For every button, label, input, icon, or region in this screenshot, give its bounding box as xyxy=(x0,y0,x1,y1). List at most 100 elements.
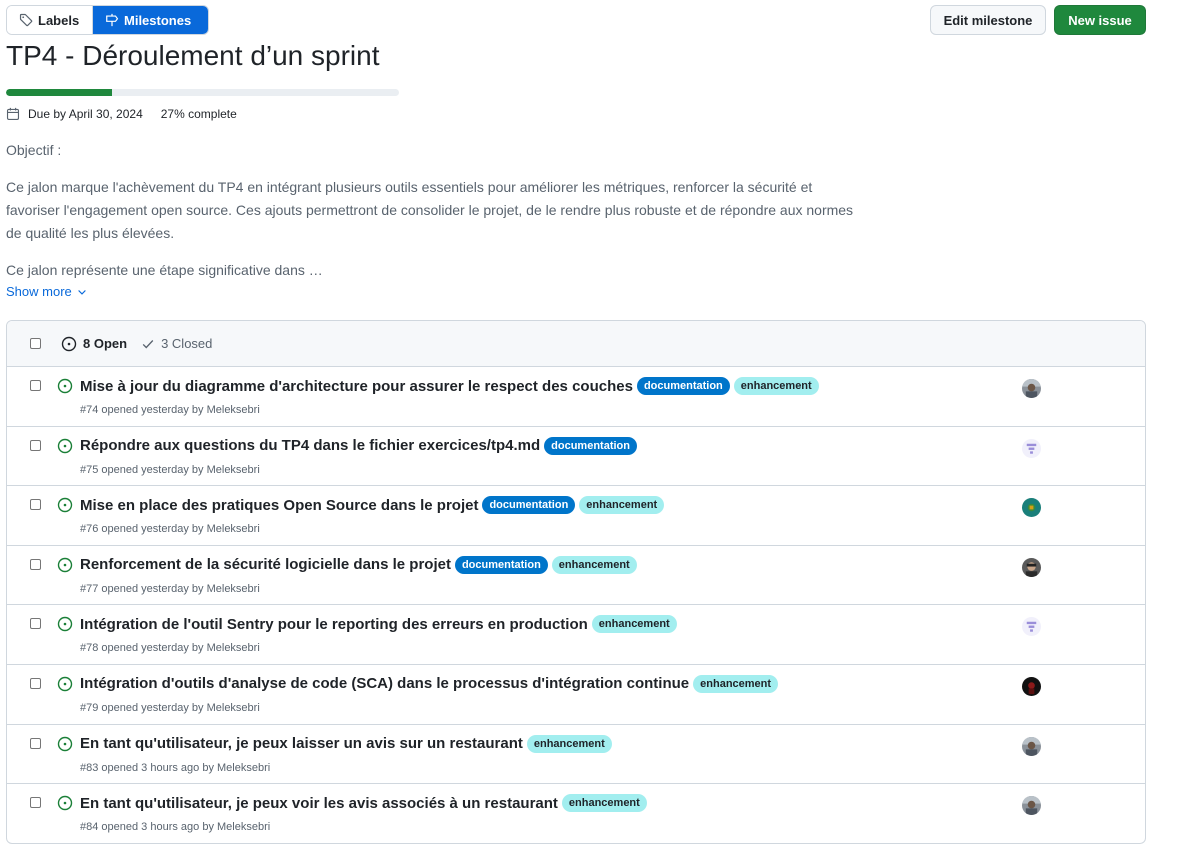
show-more-link[interactable]: Show more xyxy=(6,284,88,299)
issue-meta: #78 opened yesterday by Meleksebri xyxy=(80,642,260,654)
issue-meta: #76 opened yesterday by Meleksebri xyxy=(80,523,260,535)
assignee-avatar[interactable] xyxy=(1022,736,1041,756)
issue-row[interactable]: Mise en place des pratiques Open Source … xyxy=(7,486,1145,546)
issue-opened-icon xyxy=(57,557,73,572)
label-enhancement[interactable]: enhancement xyxy=(561,794,647,813)
tag-icon xyxy=(19,13,33,27)
label-enhancement[interactable]: enhancement xyxy=(551,555,637,574)
issue-opened-icon xyxy=(61,336,77,351)
label-enhancement[interactable]: enhancement xyxy=(733,377,819,395)
open-count: 8 Open xyxy=(83,336,128,351)
issue-meta-text: #84 opened 3 hours ago by xyxy=(80,821,218,834)
label-documentation[interactable]: documentation xyxy=(544,436,637,455)
issue-opened-icon xyxy=(57,676,73,692)
label-enhancement[interactable]: enhancement xyxy=(693,674,779,693)
issue-meta: #77 opened yesterday by Meleksebri xyxy=(80,583,260,595)
issue-title[interactable]: En tant qu'utilisateur, je peux voir les… xyxy=(80,795,558,812)
issue-checkbox[interactable] xyxy=(30,380,41,391)
issue-row[interactable]: En tant qu'utilisateur, je peux voir les… xyxy=(7,784,1145,843)
check-icon xyxy=(142,339,154,348)
issue-row[interactable]: Intégration d'outils d'analyse de code (… xyxy=(7,665,1145,725)
issue-meta: #74 opened yesterday by Meleksebri xyxy=(80,404,260,416)
issue-title-line: Intégration d'outils d'analyse de code (… xyxy=(80,674,779,693)
issue-checkbox[interactable] xyxy=(30,558,41,570)
issue-row[interactable]: Répondre aux questions du TP4 dans le fi… xyxy=(7,427,1145,487)
label-enhancement[interactable]: enhancement xyxy=(591,615,677,634)
edit-milestone-button[interactable]: Edit milestone xyxy=(930,5,1046,35)
issue-checkbox[interactable] xyxy=(30,618,41,630)
issue-meta-text: #75 opened yesterday by xyxy=(80,463,207,476)
issue-title[interactable]: En tant qu'utilisateur, je peux laisser … xyxy=(80,735,523,752)
issue-checkbox[interactable] xyxy=(30,677,41,689)
select-all-checkbox[interactable] xyxy=(30,338,41,349)
assignee-avatar[interactable] xyxy=(1022,379,1041,398)
issue-meta: #84 opened 3 hours ago by Meleksebri xyxy=(80,821,270,833)
assignee-avatar[interactable] xyxy=(1022,557,1041,577)
label-enhancement[interactable]: enhancement xyxy=(526,734,612,753)
issue-meta-text: #79 opened yesterday by xyxy=(80,701,207,714)
issue-checkbox[interactable] xyxy=(30,737,41,749)
description-teaser: Ce jalon représente une étape significat… xyxy=(6,262,323,278)
issue-author-link[interactable]: Meleksebri xyxy=(217,821,270,833)
issue-opened-icon xyxy=(57,438,73,453)
issue-author-link[interactable]: Meleksebri xyxy=(207,702,260,714)
label-documentation[interactable]: documentation xyxy=(482,496,576,515)
issue-opened-icon xyxy=(57,617,73,632)
due-date: Due by April 30, 2024 xyxy=(28,107,143,121)
assignee-avatar[interactable] xyxy=(1022,498,1041,518)
issues-list: 8 Open 3 Closed Mise à jour du diagramme… xyxy=(6,320,1146,844)
issue-title-line: Répondre aux questions du TP4 dans le fi… xyxy=(80,436,637,455)
issue-title[interactable]: Mise en place des pratiques Open Source … xyxy=(80,497,478,514)
closed-issues-filter[interactable]: 3 Closed xyxy=(141,336,212,351)
issue-author-link[interactable]: Meleksebri xyxy=(207,464,260,476)
issue-title[interactable]: Répondre aux questions du TP4 dans le fi… xyxy=(80,437,540,454)
issue-row[interactable]: Mise à jour du diagramme d'architecture … xyxy=(7,367,1145,427)
issue-checkbox[interactable] xyxy=(30,797,41,809)
issue-title-line: Mise à jour du diagramme d'architecture … xyxy=(80,377,819,395)
milestone-icon xyxy=(106,13,119,27)
assignee-avatar[interactable] xyxy=(1022,676,1041,696)
issue-title[interactable]: Intégration de l'outil Sentry pour le re… xyxy=(80,616,588,633)
issue-author-link[interactable]: Meleksebri xyxy=(217,762,270,774)
milestone-title: TP4 - Déroulement d’un sprint xyxy=(6,40,380,71)
issue-title-line: Mise en place des pratiques Open Source … xyxy=(80,496,665,515)
issue-author-link[interactable]: Meleksebri xyxy=(207,642,260,654)
milestone-meta: Due by April 30, 2024 27% complete xyxy=(6,107,237,121)
issue-opened-icon xyxy=(57,736,73,751)
open-issues-filter[interactable]: 8 Open xyxy=(61,336,127,352)
milestones-tab[interactable]: Milestones xyxy=(93,6,208,34)
issue-meta-text: #74 opened yesterday by xyxy=(80,404,207,416)
issue-row[interactable]: Intégration de l'outil Sentry pour le re… xyxy=(7,605,1145,665)
new-issue-button[interactable]: New issue xyxy=(1054,5,1146,35)
issue-title[interactable]: Mise à jour du diagramme d'architecture … xyxy=(80,378,633,395)
issue-author-link[interactable]: Meleksebri xyxy=(207,523,260,535)
milestone-progress-bar xyxy=(6,89,399,96)
chevron-down-icon xyxy=(77,289,86,295)
assignee-avatar[interactable] xyxy=(1022,438,1041,458)
percent-complete: 27% complete xyxy=(161,107,237,121)
issue-row[interactable]: En tant qu'utilisateur, je peux laisser … xyxy=(7,725,1145,785)
issue-title[interactable]: Intégration d'outils d'analyse de code (… xyxy=(80,675,689,692)
milestone-description: Ce jalon marque l'achèvement du TP4 en i… xyxy=(6,179,854,241)
calendar-icon xyxy=(6,107,20,121)
issue-author-link[interactable]: Meleksebri xyxy=(207,404,260,416)
label-documentation[interactable]: documentation xyxy=(636,377,730,395)
assignee-avatar[interactable] xyxy=(1022,617,1041,637)
issue-title-line: En tant qu'utilisateur, je peux voir les… xyxy=(80,794,647,813)
issue-row[interactable]: Renforcement de la sécurité logicielle d… xyxy=(7,546,1145,606)
issue-meta: #79 opened yesterday by Meleksebri xyxy=(80,702,260,714)
issue-meta-text: #77 opened yesterday by xyxy=(80,582,207,595)
issue-checkbox[interactable] xyxy=(30,439,41,451)
issue-author-link[interactable]: Meleksebri xyxy=(207,583,260,595)
percent-suffix: complete xyxy=(184,107,237,121)
issue-title-line: Renforcement de la sécurité logicielle d… xyxy=(80,555,637,574)
assignee-avatar[interactable] xyxy=(1022,796,1041,816)
label-enhancement[interactable]: enhancement xyxy=(579,496,665,515)
milestones-tab-label: Milestones xyxy=(124,12,192,28)
issue-checkbox[interactable] xyxy=(30,499,41,511)
labels-tab[interactable]: Labels xyxy=(7,6,93,34)
issue-title[interactable]: Renforcement de la sécurité logicielle d… xyxy=(80,556,451,573)
issue-opened-icon xyxy=(57,378,73,394)
issue-title-line: En tant qu'utilisateur, je peux laisser … xyxy=(80,734,612,753)
label-documentation[interactable]: documentation xyxy=(454,555,548,574)
